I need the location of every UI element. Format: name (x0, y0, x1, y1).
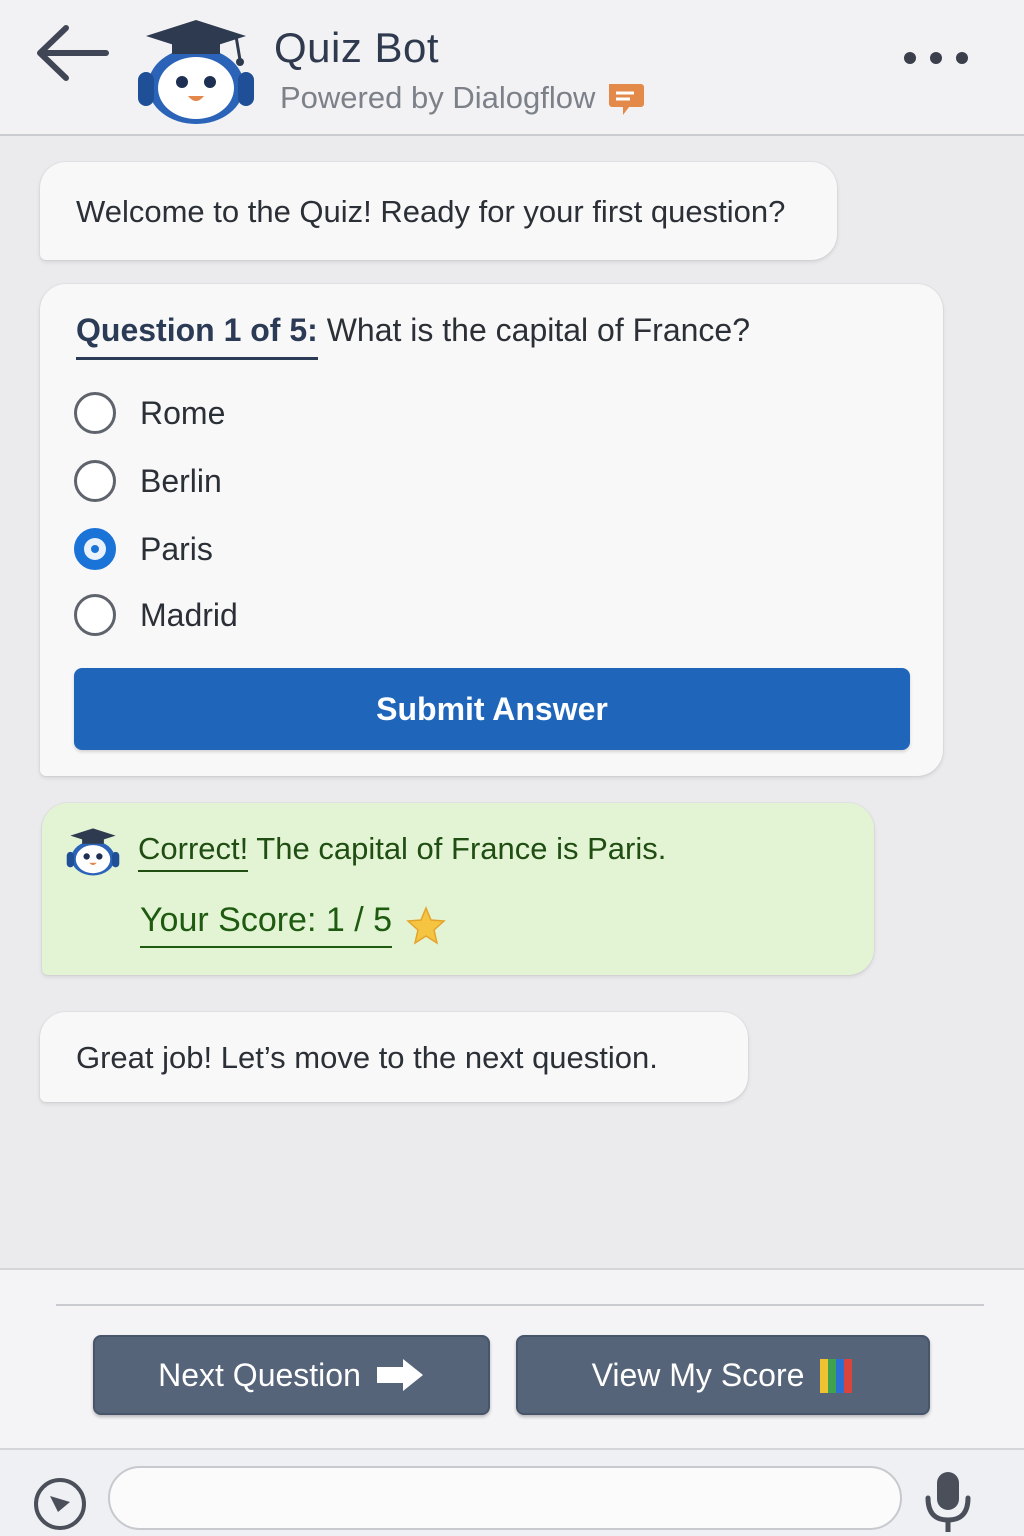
radio-unchecked[interactable] (74, 460, 116, 502)
next-question-label: Next Question (158, 1356, 361, 1393)
right-arrow-icon (376, 1359, 423, 1391)
subtitle-text: Powered by Dialogflow (280, 80, 596, 115)
dialogflow-chat-icon (609, 84, 645, 115)
bar-chart-icon (820, 1359, 853, 1393)
bot-avatar (132, 12, 260, 128)
view-score-button[interactable]: View My Score (516, 1335, 930, 1415)
option-label: Madrid (140, 596, 238, 633)
question-label: Question 1 of 5: (76, 312, 318, 360)
question-card: Question 1 of 5: What is the capital of … (40, 284, 943, 776)
radio-unchecked[interactable] (74, 594, 116, 636)
radio-unchecked[interactable] (74, 392, 116, 434)
correct-explanation: The capital of France is Paris. (248, 831, 667, 866)
attach-icon (34, 1478, 86, 1530)
option-label: Berlin (140, 462, 222, 499)
microphone-button[interactable] (922, 1470, 974, 1534)
question-line: Question 1 of 5: What is the capital of … (76, 312, 750, 360)
feedback-text: Correct! The capital of France is Paris. (138, 831, 667, 872)
welcome-text: Welcome to the Quiz! Ready for your firs… (76, 194, 786, 229)
radio-checked[interactable] (74, 528, 116, 570)
chat-app: Quiz Bot Powered by Dialogflow Welcome t… (0, 0, 1024, 1536)
feedback-message: Correct! The capital of France is Paris.… (42, 803, 874, 975)
divider (56, 1304, 984, 1306)
star-icon (406, 905, 446, 945)
input-bar (0, 1448, 1024, 1536)
option-berlin[interactable]: Berlin (74, 458, 222, 504)
next-question-button[interactable]: Next Question (93, 1335, 490, 1415)
header: Quiz Bot Powered by Dialogflow (0, 0, 1024, 136)
encouragement-message: Great job! Let’s move to the next questi… (40, 1012, 748, 1102)
bot-avatar-small (64, 823, 122, 879)
option-rome[interactable]: Rome (74, 390, 225, 436)
option-label: Paris (140, 530, 213, 567)
view-score-label: View My Score (591, 1356, 805, 1393)
correct-word: Correct! (138, 831, 249, 872)
option-label: Rome (140, 394, 226, 431)
more-options-button[interactable] (896, 40, 976, 76)
back-arrow-icon (37, 25, 109, 81)
option-paris[interactable]: Paris (74, 526, 213, 572)
subtitle: Powered by Dialogflow (280, 78, 645, 118)
more-dots-icon (904, 52, 968, 64)
page-title: Quiz Bot (274, 24, 440, 71)
score-text: Your Score: 1 / 5 (140, 901, 393, 948)
attach-button[interactable] (32, 1476, 88, 1532)
question-text: What is the capital of France? (317, 312, 750, 348)
score-line: Your Score: 1 / 5 (140, 901, 446, 948)
welcome-message: Welcome to the Quiz! Ready for your firs… (40, 162, 837, 260)
microphone-icon (925, 1472, 971, 1532)
message-input[interactable] (108, 1466, 902, 1530)
submit-answer-button[interactable]: Submit Answer (74, 668, 910, 750)
back-button[interactable] (30, 20, 114, 86)
option-madrid[interactable]: Madrid (74, 592, 238, 638)
encouragement-text: Great job! Let’s move to the next questi… (76, 1040, 658, 1075)
action-area: Next Question View My Score (0, 1268, 1024, 1448)
